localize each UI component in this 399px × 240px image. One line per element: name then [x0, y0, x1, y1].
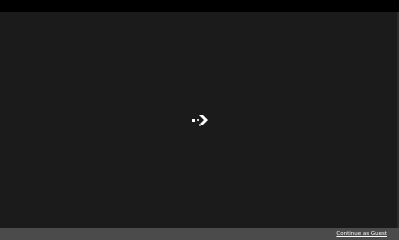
- arrow-logo-icon: [192, 115, 208, 126]
- top-bar: [0, 0, 399, 12]
- app-screen: Continue as Guest: [0, 0, 399, 240]
- continue-as-guest-link[interactable]: Continue as Guest: [336, 229, 387, 239]
- bottom-bar: Continue as Guest: [0, 228, 399, 240]
